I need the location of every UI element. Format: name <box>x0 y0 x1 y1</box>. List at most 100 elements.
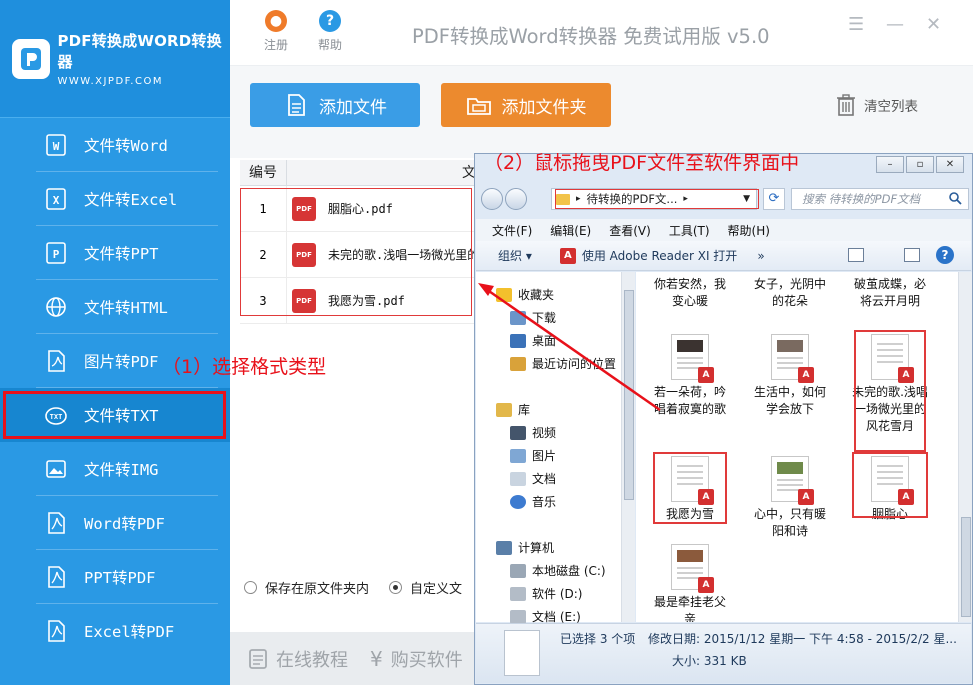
file-item[interactable]: A 若一朵荷，吟唱着寂寞的歌 <box>650 334 730 418</box>
save-original-radio[interactable] <box>244 581 257 594</box>
file-item[interactable]: 女子，光阴中的花朵 <box>750 276 830 310</box>
pdf-file-icon: PDF <box>292 242 316 267</box>
tree-drive-d[interactable]: 软件 (D:) <box>510 585 582 602</box>
tree-label: 音乐 <box>532 495 557 509</box>
buy-button[interactable]: ¥ 购买软件 <box>370 646 463 672</box>
tree-favorites[interactable]: 收藏夹 <box>496 286 554 303</box>
nav-item-word-to-pdf[interactable]: Word转PDF <box>0 496 230 550</box>
tree-scrollbar[interactable] <box>621 272 635 622</box>
modified-date: 修改日期: 2015/1/12 星期一 下午 4:58 - 2015/2/2 星… <box>648 632 957 646</box>
view-options-icon[interactable] <box>848 248 864 262</box>
online-tutorial-button[interactable]: 在线教程 <box>248 646 348 672</box>
recent-icon <box>510 356 526 371</box>
tree-videos[interactable]: 视频 <box>510 424 556 441</box>
menu-help[interactable]: 帮助(H) <box>728 222 770 239</box>
search-icon <box>949 192 962 205</box>
nav-item-excel-to-pdf[interactable]: Excel转PDF <box>0 604 230 658</box>
explorer-menubar: 文件(F) 编辑(E) 查看(V) 工具(T) 帮助(H) <box>476 219 971 241</box>
nav-item-label: 文件转HTML <box>84 299 168 317</box>
nav-item-file-to-word[interactable]: W 文件转Word <box>0 118 230 172</box>
yen-icon: ¥ <box>370 646 383 671</box>
file-item[interactable]: A 最是牵挂老父亲 <box>650 544 730 622</box>
brand-name: PDF转换成WORD转换器 <box>57 32 222 71</box>
tree-libraries[interactable]: 库 <box>496 401 530 418</box>
tree-label: 软件 (D:) <box>532 587 583 601</box>
pdf-thumbnail-icon: A <box>671 544 714 593</box>
image-icon <box>44 457 68 481</box>
add-file-button[interactable]: 添加文件 <box>250 83 420 127</box>
menu-view[interactable]: 查看(V) <box>609 222 651 239</box>
word-icon: W <box>44 133 68 157</box>
help-label: 帮助 <box>317 38 342 52</box>
tree-desktop[interactable]: 桌面 <box>510 332 556 349</box>
save-custom-label: 自定义文 <box>410 582 463 597</box>
nav-item-file-to-ppt[interactable]: P 文件转PPT <box>0 226 230 280</box>
menu-icon[interactable]: ☰ <box>848 14 864 35</box>
file-item[interactable]: 破茧成蝶，必将云开月明 <box>850 276 930 310</box>
nav-item-label: 文件转Word <box>84 137 168 155</box>
nav-item-label: 文件转PPT <box>84 245 159 263</box>
nav-item-file-to-txt[interactable]: TXT 文件转TXT <box>0 388 230 442</box>
close-icon[interactable]: ✕ <box>926 14 941 35</box>
file-item-selected[interactable]: A 胭脂心 <box>850 452 930 523</box>
files-scrollbar[interactable] <box>958 272 972 622</box>
tree-label: 最近访问的位置 <box>532 357 617 371</box>
tree-downloads[interactable]: 下载 <box>510 309 556 326</box>
svg-text:TXT: TXT <box>50 413 63 421</box>
add-folder-button[interactable]: 添加文件夹 <box>441 83 611 127</box>
tree-recent[interactable]: 最近访问的位置 <box>510 355 616 372</box>
address-bar[interactable]: ▸ 待转换的PDF文... ▸ ▼ <box>551 188 757 210</box>
drive-icon <box>510 563 526 578</box>
ppt-icon: P <box>44 241 68 265</box>
search-input[interactable]: 搜索 待转换的PDF文档 <box>791 188 969 210</box>
tree-pictures[interactable]: 图片 <box>510 447 556 464</box>
more-commands-button[interactable]: » <box>757 249 764 263</box>
nav-item-file-to-img[interactable]: 文件转IMG <box>0 442 230 496</box>
maximize-icon[interactable]: ▫ <box>906 156 934 173</box>
back-icon[interactable] <box>481 188 503 210</box>
pdf-thumbnail-icon: A <box>671 334 714 383</box>
video-icon <box>510 425 526 440</box>
pdf-icon <box>44 565 68 589</box>
chevron-down-icon[interactable]: ▼ <box>743 194 750 204</box>
pdf-icon <box>44 511 68 535</box>
clear-list-button[interactable]: 清空列表 <box>836 94 918 116</box>
tree-music[interactable]: 音乐 <box>510 493 556 510</box>
file-grid: 你若安然，我变心暖 女子，光阴中的花朵 破茧成蝶，必将云开月明 A 若一朵荷，吟… <box>636 272 958 622</box>
nav-item-file-to-excel[interactable]: X 文件转Excel <box>0 172 230 226</box>
close-icon[interactable]: ✕ <box>936 156 964 173</box>
file-item[interactable]: A 心中，只有暖阳和诗 <box>750 456 830 540</box>
help-icon[interactable]: ? <box>936 246 954 264</box>
minimize-icon[interactable]: – <box>876 156 904 173</box>
forward-icon[interactable] <box>505 188 527 210</box>
menu-tools[interactable]: 工具(T) <box>669 222 710 239</box>
file-item-selected[interactable]: A 未完的歌.浅唱一场微光里的风花雪月 <box>850 330 930 452</box>
nav-item-file-to-html[interactable]: 文件转HTML <box>0 280 230 334</box>
toolbar: 添加文件 添加文件夹 清空列表 <box>230 66 973 158</box>
menu-file[interactable]: 文件(F) <box>492 222 532 239</box>
tree-drive-c[interactable]: 本地磁盘 (C:) <box>510 562 606 579</box>
tree-computer[interactable]: 计算机 <box>496 539 554 556</box>
menu-edit[interactable]: 编辑(E) <box>550 222 591 239</box>
desktop-icon <box>510 333 526 348</box>
file-item-selected[interactable]: A 我愿为雪 <box>650 452 730 524</box>
folder-icon <box>466 98 491 115</box>
pdf-icon <box>44 619 68 643</box>
save-custom-radio[interactable] <box>389 581 403 594</box>
help-button[interactable]: ? 帮助 <box>310 10 350 53</box>
open-with-reader-button[interactable]: 使用 Adobe Reader XI 打开 <box>582 247 737 264</box>
register-button[interactable]: ● 注册 <box>256 10 296 53</box>
file-item[interactable]: A 生活中，如何学会放下 <box>750 334 830 418</box>
nav-item-ppt-to-pdf[interactable]: PPT转PDF <box>0 550 230 604</box>
file-item[interactable]: 你若安然，我变心暖 <box>650 276 730 310</box>
refresh-icon[interactable]: ⟳ <box>763 188 785 210</box>
address-text: 待转换的PDF文... <box>586 192 678 206</box>
minimize-icon[interactable]: — <box>886 14 904 35</box>
preview-pane-icon[interactable] <box>904 248 920 262</box>
tree-documents[interactable]: 文档 <box>510 470 556 487</box>
nav-item-label: 文件转TXT <box>84 407 159 425</box>
organize-button[interactable]: 组织 ▾ <box>498 247 532 264</box>
tree-label: 计算机 <box>518 541 555 555</box>
tree-label: 桌面 <box>532 334 557 348</box>
row-filename: 我愿为雪.pdf <box>328 294 405 308</box>
